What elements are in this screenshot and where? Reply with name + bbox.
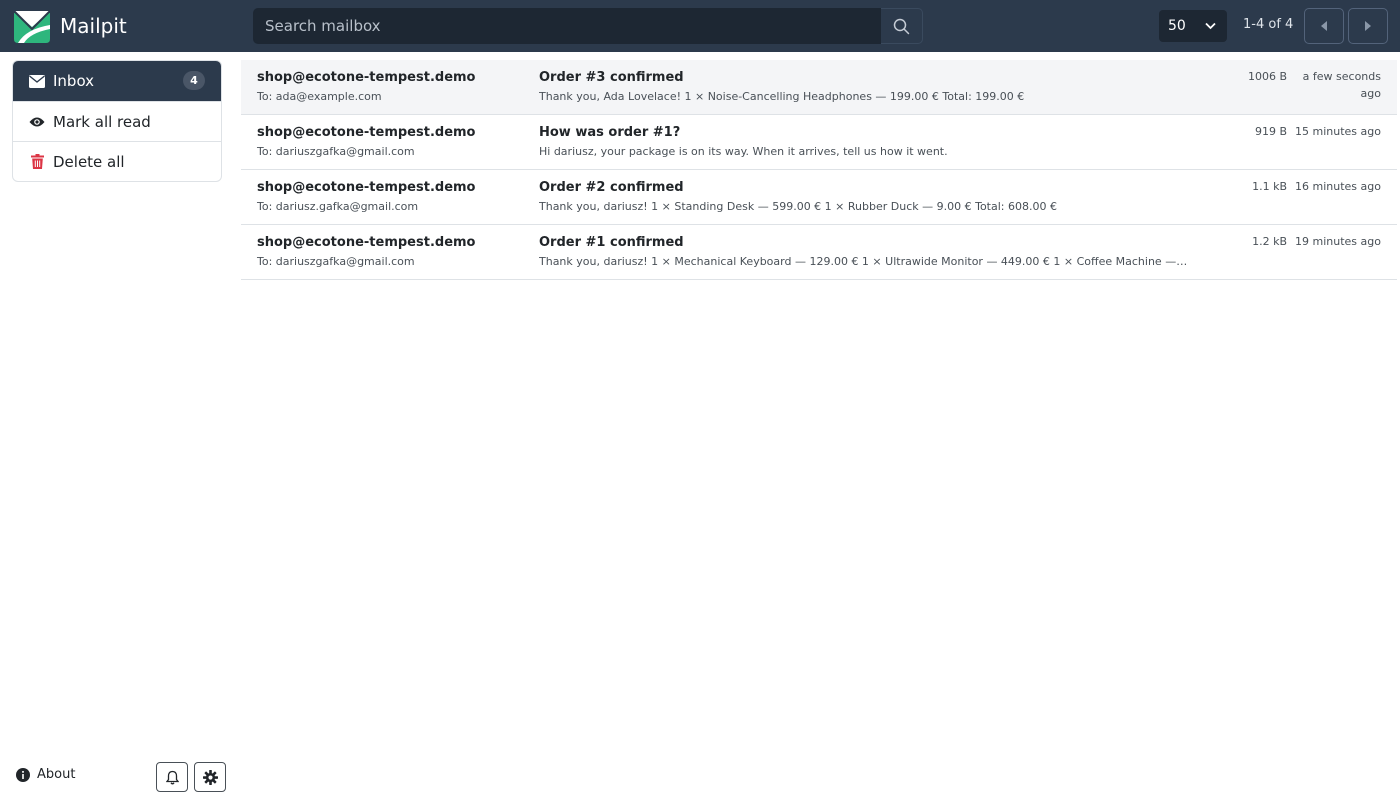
envelope-icon	[29, 73, 45, 89]
message-subject: Order #3 confirmed	[539, 70, 684, 85]
sidebar-item-delete-all[interactable]: Delete all	[13, 141, 221, 181]
message-row[interactable]: shop@ecotone-tempest.demo To: ada@exampl…	[241, 60, 1397, 115]
chevron-down-icon	[1205, 22, 1216, 30]
message-time: a few seconds ago	[1302, 70, 1381, 100]
app-name: Mailpit	[60, 14, 127, 38]
settings-button[interactable]	[194, 762, 226, 792]
message-size: 919 B	[1254, 125, 1287, 138]
message-subject: Order #1 confirmed	[539, 235, 684, 250]
message-size: 1.2 kB	[1252, 235, 1287, 248]
sidebar-item-mark-all-read[interactable]: Mark all read	[13, 101, 221, 141]
gear-icon	[202, 769, 218, 785]
message-subject: Order #2 confirmed	[539, 180, 684, 195]
message-size: 1.1 kB	[1252, 180, 1287, 193]
caret-left-icon	[1321, 21, 1327, 31]
message-snippet: Thank you, dariusz! 1 × Standing Desk — …	[539, 200, 1057, 213]
search-input[interactable]	[253, 8, 881, 44]
message-snippet: Thank you, Ada Lovelace! 1 × Noise-Cance…	[539, 90, 1025, 103]
trash-icon	[29, 154, 45, 170]
message-snippet: Thank you, dariusz! 1 × Mechanical Keybo…	[539, 255, 1189, 268]
message-snippet: Hi dariusz, your package is on its way. …	[539, 145, 948, 158]
info-icon	[16, 767, 30, 782]
message-from: shop@ecotone-tempest.demo	[257, 70, 476, 85]
pagination-range: 1-4 of 4	[1243, 17, 1294, 32]
message-time: 19 minutes ago	[1295, 235, 1381, 248]
message-from: shop@ecotone-tempest.demo	[257, 125, 476, 140]
message-time: 16 minutes ago	[1295, 180, 1381, 193]
next-page-button[interactable]	[1348, 8, 1388, 44]
message-size: 1006 B	[1247, 70, 1287, 83]
message-row[interactable]: shop@ecotone-tempest.demo To: dariuszgaf…	[241, 115, 1397, 170]
message-to: To: dariusz.gafka@gmail.com	[257, 200, 419, 213]
sidebar-item-label: Inbox	[53, 72, 95, 90]
message-to: To: ada@example.com	[257, 90, 382, 103]
search-form	[253, 8, 923, 44]
eye-icon	[29, 114, 45, 130]
search-button[interactable]	[881, 8, 923, 44]
sidebar-item-inbox[interactable]: Inbox 4	[13, 61, 221, 101]
message-from: shop@ecotone-tempest.demo	[257, 180, 476, 195]
message-row[interactable]: shop@ecotone-tempest.demo To: dariuszgaf…	[241, 225, 1397, 280]
unread-count-badge: 4	[183, 71, 205, 90]
search-icon	[893, 18, 910, 34]
sidebar-menu: Inbox 4 Mark all read Delete all	[12, 60, 222, 182]
previous-page-button[interactable]	[1304, 8, 1344, 44]
message-from: shop@ecotone-tempest.demo	[257, 235, 476, 250]
per-page-select[interactable]: 50	[1159, 10, 1227, 42]
message-to: To: dariuszgafka@gmail.com	[257, 145, 415, 158]
mailpit-logo-link[interactable]: Mailpit	[12, 7, 127, 45]
notifications-button[interactable]	[156, 762, 188, 792]
about-link[interactable]: About	[16, 767, 75, 782]
sidebar-item-label: Mark all read	[53, 112, 151, 131]
caret-right-icon	[1365, 21, 1371, 31]
about-label: About	[37, 767, 76, 782]
message-list: shop@ecotone-tempest.demo To: ada@exampl…	[241, 60, 1397, 280]
sidebar-item-label: Delete all	[53, 152, 125, 171]
per-page-value: 50	[1168, 18, 1186, 34]
message-time: 15 minutes ago	[1295, 125, 1381, 138]
message-subject: How was order #1?	[539, 125, 681, 140]
message-to: To: dariuszgafka@gmail.com	[257, 255, 415, 268]
message-row[interactable]: shop@ecotone-tempest.demo To: dariusz.ga…	[241, 170, 1397, 225]
mailpit-logo-icon	[13, 10, 51, 43]
bell-icon	[165, 770, 179, 784]
top-navbar: Mailpit 50 1-4 of 4	[0, 0, 1400, 52]
